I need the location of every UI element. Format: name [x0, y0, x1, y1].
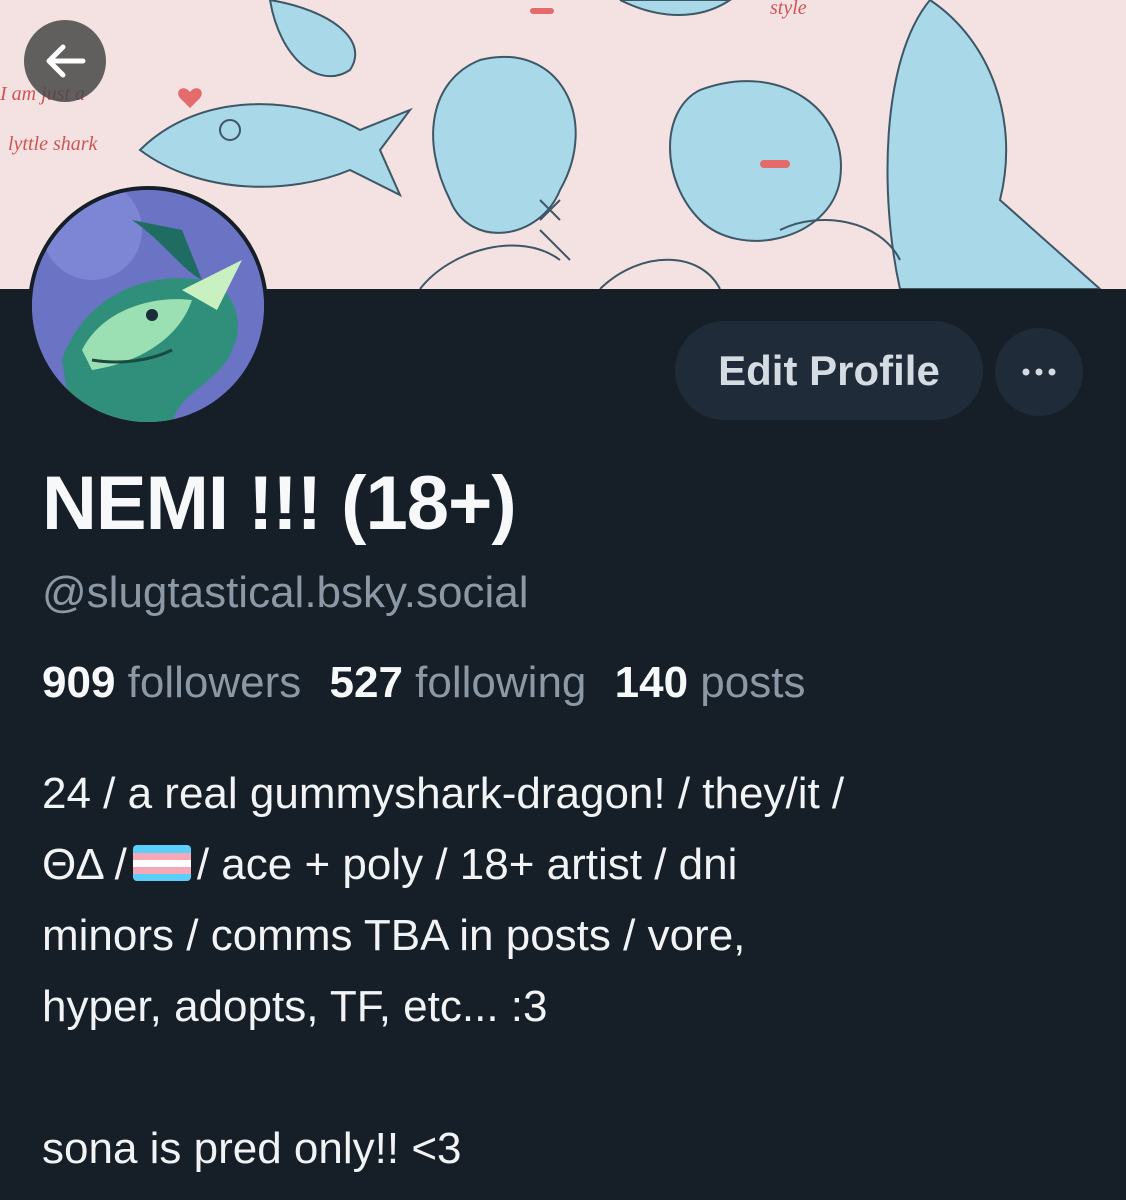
bio-line: ΘΔ / / ace + poly / 18+ artist / dni [42, 829, 1092, 900]
bio-text: ΘΔ / [42, 840, 127, 889]
following-count: 527 [329, 658, 403, 707]
more-options-button[interactable] [995, 328, 1083, 416]
bio-line: sona is pred only!! <3 [42, 1124, 462, 1173]
followers-link[interactable]: 909 followers [42, 658, 301, 707]
posts-count-item: 140 posts [615, 658, 806, 707]
back-button[interactable] [24, 20, 106, 102]
bio-line: minors / comms TBA in posts / vore, [42, 911, 746, 960]
edit-profile-button[interactable]: Edit Profile [675, 321, 983, 420]
bio-line: 24 / a real gummyshark-dragon! / they/it… [42, 769, 845, 818]
followers-label: followers [127, 658, 302, 707]
followers-count: 909 [42, 658, 116, 707]
ellipsis-icon [1022, 368, 1056, 376]
transgender-flag-icon [132, 845, 191, 882]
profile-handle: @slugtastical.bsky.social [42, 568, 529, 617]
avatar[interactable] [28, 186, 268, 426]
display-name: NEMI !!! (18+) [42, 461, 517, 546]
arrow-left-icon [46, 44, 86, 78]
avatar-image [32, 190, 264, 422]
profile-stats: 909 followers 527 following 140 posts [42, 658, 821, 708]
banner-sketch-text-3: style [770, 0, 807, 19]
posts-label: posts [700, 658, 806, 707]
bio-line: hyper, adopts, TF, etc... :3 [42, 982, 548, 1031]
following-link[interactable]: 527 following [330, 658, 587, 707]
following-label: following [415, 658, 587, 707]
bio-text: / ace + poly / 18+ artist / dni [196, 840, 738, 889]
profile-bio: 24 / a real gummyshark-dragon! / they/it… [42, 758, 1092, 1184]
posts-count: 140 [614, 658, 689, 707]
bio-spacer [42, 1042, 1092, 1113]
banner-sketch-text-2: lyttle shark [8, 133, 99, 155]
